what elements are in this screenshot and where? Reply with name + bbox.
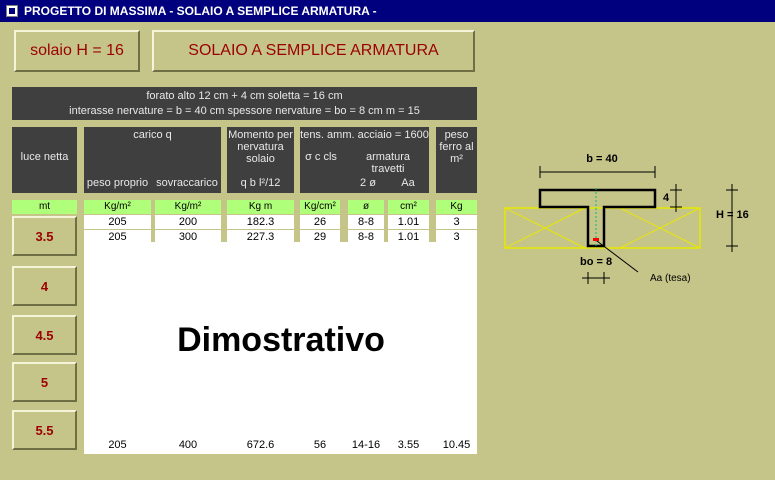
col-aa: Aa — [401, 177, 415, 189]
col-carico-label: carico q — [133, 129, 172, 141]
diagram-four: 4 — [663, 192, 670, 204]
cell: 1.01 — [388, 215, 429, 229]
unit-aa: cm² — [388, 200, 429, 214]
app-icon — [6, 5, 18, 17]
luce-button-4[interactable]: 4 — [12, 266, 77, 306]
col-carico: carico q peso proprio sovraccarico — [84, 127, 221, 193]
col-tens-label: tens. amm. acciaio = 1600 — [300, 129, 429, 141]
header-line-2: interasse nervature = b = 40 cm spessore… — [69, 105, 420, 117]
cell: 56 — [300, 438, 340, 452]
unit-peso-ferro: Kg — [436, 200, 477, 214]
col-tens: tens. amm. acciaio = 1600 σ c cls armatu… — [300, 127, 429, 193]
col-momento-label: Momento per nervatura solaio — [228, 129, 293, 165]
cell: 10.45 — [436, 438, 477, 452]
solaio-h-button[interactable]: solaio H = 16 — [14, 30, 140, 72]
col-peso-ferro: peso ferro al m² — [436, 127, 477, 193]
title-button[interactable]: SOLAIO A SEMPLICE ARMATURA — [152, 30, 475, 72]
diagram-bo: bo = 8 — [580, 256, 612, 268]
header-info: forato alto 12 cm + 4 cm soletta = 16 cm… — [12, 87, 477, 120]
diagram-aa: Aa (tesa) — [650, 273, 691, 284]
cell: 182.3 — [227, 215, 294, 229]
col-momento-formula: q b l²/12 — [240, 177, 281, 189]
cell: 8-8 — [348, 215, 384, 229]
luce-button-5[interactable]: 5 — [12, 362, 77, 402]
cell: 672.6 — [227, 438, 294, 452]
luce-button-5-5[interactable]: 5.5 — [12, 410, 77, 450]
col-luce: luce netta — [12, 127, 77, 193]
header-line-1: forato alto 12 cm + 4 cm soletta = 16 cm — [146, 90, 343, 102]
col-sigma: σ c cls — [305, 151, 337, 163]
unit-momento: Kg m — [227, 200, 294, 214]
luce-button-3-5[interactable]: 3.5 — [12, 216, 77, 256]
unit-peso: Kg/m² — [84, 200, 151, 214]
unit-luce: mt — [12, 200, 77, 214]
cell: 205 — [84, 438, 151, 452]
diagram-b: b = 40 — [586, 153, 618, 165]
title-bar: PROGETTO DI MASSIMA - SOLAIO A SEMPLICE … — [0, 0, 775, 22]
cell: 205 — [84, 215, 151, 229]
col-momento: Momento per nervatura solaio q b l²/12 — [227, 127, 294, 193]
cell: 26 — [300, 215, 340, 229]
unit-phi: ø — [348, 200, 384, 214]
cell: 3.55 — [388, 438, 429, 452]
unit-sovr: Kg/m² — [155, 200, 221, 214]
diagram-h: H = 16 — [716, 209, 749, 221]
unit-sigma: Kg/cm² — [300, 200, 340, 214]
cell: 14-16 — [348, 438, 384, 452]
cell: 200 — [155, 215, 221, 229]
col-two-phi: 2 ø — [360, 177, 376, 189]
luce-button-4-5[interactable]: 4.5 — [12, 315, 77, 355]
col-sovraccarico: sovraccarico — [156, 177, 218, 189]
demo-overlay: Dimostrativo — [88, 242, 474, 438]
cell: 400 — [155, 438, 221, 452]
section-diagram: b = 40 4 H = 16 bo = 8 Aa (tesa) — [504, 153, 749, 284]
col-peso-proprio: peso proprio — [86, 177, 149, 189]
cell: 3 — [436, 215, 477, 229]
col-armatura: armatura travetti — [365, 151, 411, 175]
window-title: PROGETTO DI MASSIMA - SOLAIO A SEMPLICE … — [24, 4, 377, 18]
